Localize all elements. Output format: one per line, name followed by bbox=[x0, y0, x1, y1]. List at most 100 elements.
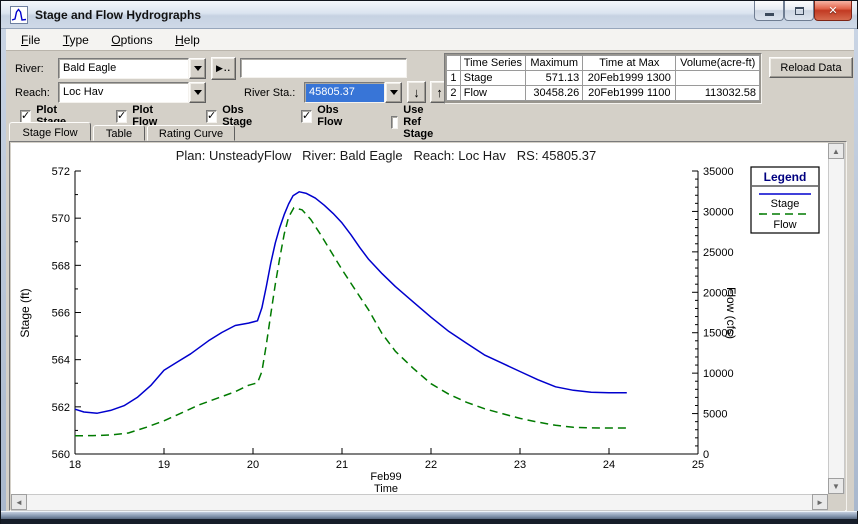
legend-title: Legend bbox=[764, 170, 807, 184]
river-sta-combobox[interactable]: 45805.37 bbox=[304, 82, 402, 103]
arrow-down-icon: ▼ bbox=[832, 482, 840, 491]
scroll-down-button[interactable]: ▼ bbox=[828, 478, 844, 494]
chart-title: Plan: UnsteadyFlow River: Bald Eagle Rea… bbox=[176, 148, 597, 163]
table-header-row: Time Series Maximum Time at Max Volume(a… bbox=[447, 56, 760, 71]
river-label: River: bbox=[15, 63, 44, 75]
svg-text:23: 23 bbox=[514, 459, 526, 471]
header-time-series: Time Series bbox=[460, 56, 525, 71]
horizontal-scrollbar[interactable] bbox=[11, 494, 828, 511]
header-time-at-max: Time at Max bbox=[583, 56, 676, 71]
maximize-icon bbox=[795, 7, 804, 15]
legend-stage-label: Stage bbox=[771, 198, 800, 210]
svg-text:0: 0 bbox=[703, 449, 709, 461]
title-bar[interactable]: Stage and Flow Hydrographs ✕ bbox=[1, 1, 857, 29]
svg-text:15000: 15000 bbox=[703, 328, 734, 340]
obs-flow-checkbox[interactable]: ✓ Obs Flow bbox=[301, 104, 344, 128]
scroll-up-button[interactable]: ▲ bbox=[828, 143, 844, 159]
window-frame-right bbox=[854, 29, 858, 511]
table-row: 2 Flow 30458.26 20Feb1999 1100 113032.58 bbox=[447, 86, 760, 101]
arrow-left-icon: ◄ bbox=[15, 498, 23, 507]
svg-text:35000: 35000 bbox=[703, 166, 734, 178]
checkbox-icon: ✓ bbox=[206, 110, 217, 123]
chart-panel: Plan: UnsteadyFlow River: Bald Eagle Rea… bbox=[9, 141, 847, 511]
river-sta-combobox-value: 45805.37 bbox=[304, 82, 385, 103]
menu-file[interactable]: File bbox=[12, 29, 49, 51]
app-icon bbox=[10, 6, 28, 24]
tab-table[interactable]: Table bbox=[93, 125, 145, 141]
checkbox-icon bbox=[391, 116, 398, 129]
plot-locator-button[interactable]: ▶.. bbox=[211, 57, 236, 80]
plot-area: 1819202122232425560562564566568570572050… bbox=[52, 166, 734, 471]
legend-flow-label: Flow bbox=[773, 219, 796, 231]
checkbox-icon: ✓ bbox=[301, 110, 312, 123]
checkbox-icon: ✓ bbox=[116, 110, 127, 123]
svg-text:22: 22 bbox=[425, 459, 437, 471]
svg-text:560: 560 bbox=[52, 449, 70, 461]
arrow-up-icon: ▲ bbox=[832, 147, 840, 156]
river-sta-combobox-dropdown-button[interactable] bbox=[385, 82, 402, 103]
svg-text:21: 21 bbox=[336, 459, 348, 471]
menu-help[interactable]: Help bbox=[166, 29, 209, 51]
svg-text:20: 20 bbox=[247, 459, 259, 471]
header-maximum: Maximum bbox=[526, 56, 583, 71]
minimize-button[interactable] bbox=[754, 1, 784, 21]
use-ref-stage-checkbox[interactable]: Use Ref Stage bbox=[391, 104, 439, 140]
reach-combobox-value: Loc Hav bbox=[58, 82, 189, 103]
tab-rating-curve[interactable]: Rating Curve bbox=[147, 125, 235, 141]
chevron-down-icon bbox=[194, 66, 202, 71]
reach-combobox-dropdown-button[interactable] bbox=[189, 82, 206, 103]
scroll-right-button[interactable]: ► bbox=[812, 494, 828, 510]
reload-data-button[interactable]: Reload Data bbox=[769, 57, 853, 78]
svg-text:566: 566 bbox=[52, 308, 70, 320]
reach-label: Reach: bbox=[15, 87, 50, 99]
y-axis-left-label: Stage (ft) bbox=[18, 288, 32, 337]
close-button[interactable]: ✕ bbox=[814, 1, 852, 21]
svg-text:24: 24 bbox=[603, 459, 615, 471]
river-combobox[interactable]: Bald Eagle bbox=[58, 58, 206, 79]
reach-combobox[interactable]: Loc Hav bbox=[58, 82, 206, 103]
locator-field[interactable] bbox=[240, 58, 407, 78]
scrollbar-corner bbox=[828, 494, 845, 511]
svg-text:572: 572 bbox=[52, 166, 70, 178]
menu-options[interactable]: Options bbox=[102, 29, 161, 51]
checkbox-icon: ✓ bbox=[20, 110, 31, 123]
results-table: Time Series Maximum Time at Max Volume(a… bbox=[446, 55, 760, 101]
scroll-left-button[interactable]: ◄ bbox=[11, 494, 27, 510]
svg-text:10000: 10000 bbox=[703, 368, 734, 380]
results-table-panel: Time Series Maximum Time at Max Volume(a… bbox=[444, 53, 762, 104]
dialog-content: River: Bald Eagle ▶.. Reach: Loc Hav Riv… bbox=[6, 51, 854, 511]
svg-text:570: 570 bbox=[52, 213, 70, 225]
chevron-down-icon bbox=[390, 90, 398, 95]
vertical-scrollbar[interactable] bbox=[828, 143, 845, 494]
close-icon: ✕ bbox=[828, 4, 837, 17]
minimize-icon bbox=[765, 13, 774, 16]
svg-text:20000: 20000 bbox=[703, 287, 734, 299]
menu-type[interactable]: Type bbox=[54, 29, 98, 51]
svg-text:564: 564 bbox=[52, 355, 70, 367]
tab-stage-flow[interactable]: Stage Flow bbox=[9, 122, 91, 141]
svg-text:5000: 5000 bbox=[703, 409, 727, 421]
table-row: 1 Stage 571.13 20Feb1999 1300 bbox=[447, 71, 760, 86]
x-axis-sublabel: Time bbox=[374, 483, 398, 494]
chart-legend: Legend Stage Flow bbox=[751, 167, 819, 233]
river-combobox-dropdown-button[interactable] bbox=[189, 58, 206, 79]
window-title: Stage and Flow Hydrographs bbox=[35, 1, 201, 29]
chevron-down-icon bbox=[194, 90, 202, 95]
header-rownum bbox=[447, 56, 461, 71]
svg-text:18: 18 bbox=[69, 459, 81, 471]
svg-text:19: 19 bbox=[158, 459, 170, 471]
window-frame-bottom bbox=[1, 511, 857, 524]
flow-curve bbox=[75, 208, 627, 436]
hydrograph-plot[interactable]: Plan: UnsteadyFlow River: Bald Eagle Rea… bbox=[11, 143, 828, 494]
river-sta-label: River Sta.: bbox=[244, 87, 295, 99]
header-volume: Volume(acre-ft) bbox=[676, 56, 760, 71]
svg-text:25000: 25000 bbox=[703, 247, 734, 259]
maximize-button[interactable] bbox=[784, 1, 814, 21]
x-axis-label: Feb99 bbox=[370, 471, 401, 483]
svg-text:568: 568 bbox=[52, 260, 70, 272]
next-station-button[interactable]: ↓ bbox=[407, 81, 426, 103]
stage-curve bbox=[75, 192, 627, 413]
app-window: Stage and Flow Hydrographs ✕ File Type O… bbox=[0, 0, 858, 524]
arrow-right-icon: ► bbox=[816, 498, 824, 507]
river-combobox-value: Bald Eagle bbox=[58, 58, 189, 79]
